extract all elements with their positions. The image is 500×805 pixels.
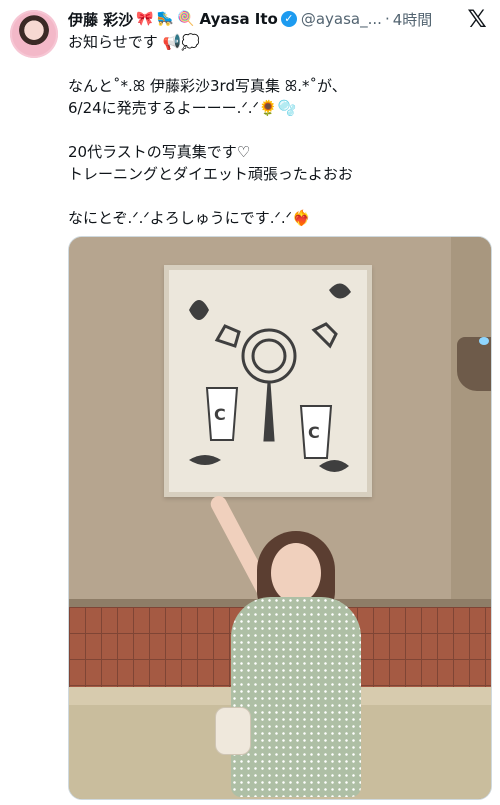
- tweet-text: お知らせです 📢💭 なんと˚*.ꕤ 伊藤彩沙3rd写真集 ꕤ.*˚が、 6/24…: [68, 31, 488, 229]
- tweet-photo[interactable]: C C: [68, 236, 492, 800]
- roller-skate-emoji: 🛼: [156, 11, 175, 27]
- lollipop-emoji: 🍭: [177, 11, 195, 27]
- tweet-line: [68, 119, 488, 141]
- timestamp[interactable]: 4時間: [393, 9, 433, 30]
- wall-artwork: C C: [164, 265, 372, 497]
- x-logo-icon[interactable]: 𝕏: [464, 6, 490, 32]
- tweet-line: なにとぞ.ᐟ.ᐟよろしゅうにです.ᐟ.ᐟ❤️‍🔥: [68, 209, 311, 227]
- tweet-line: 20代ラストの写真集です♡: [68, 143, 251, 161]
- tweet-line: なんと˚*.ꕤ 伊藤彩沙3rd写真集 ꕤ.*˚が、: [68, 77, 347, 95]
- tweet-line: トレーニングとダイエット頑張ったよおお: [68, 165, 353, 183]
- avatar[interactable]: [10, 10, 58, 58]
- ribbon-emoji: 🎀: [136, 11, 154, 27]
- author-name-jp[interactable]: 伊藤 彩沙: [68, 9, 133, 30]
- handbag: [215, 707, 251, 755]
- person: [179, 493, 379, 797]
- floral-dress: [231, 597, 361, 797]
- separator-dot: ·: [384, 10, 390, 28]
- tweet-line: 6/24に発売するよーーー.ᐟ.ᐟ🌻🫧: [68, 99, 297, 117]
- photo-wall-edge: [451, 237, 491, 607]
- wall-lamp: [457, 337, 491, 391]
- svg-text:C: C: [214, 405, 226, 424]
- tweet-header: 伊藤 彩沙 🎀 🛼 🍭 Ayasa Ito ✓ @ayasa_... · 4時間: [68, 8, 460, 30]
- lamp-light: [479, 337, 489, 345]
- face: [271, 543, 321, 603]
- author-name-en[interactable]: Ayasa Ito: [200, 10, 278, 28]
- verified-badge-icon: ✓: [280, 11, 297, 27]
- author-handle[interactable]: @ayasa_...: [301, 10, 382, 28]
- tweet-line: [68, 53, 488, 75]
- artwork-illustration: C C: [189, 283, 351, 472]
- tweet-line: [68, 185, 488, 207]
- tweet-line: お知らせです 📢💭: [68, 33, 200, 51]
- svg-text:C: C: [308, 423, 320, 442]
